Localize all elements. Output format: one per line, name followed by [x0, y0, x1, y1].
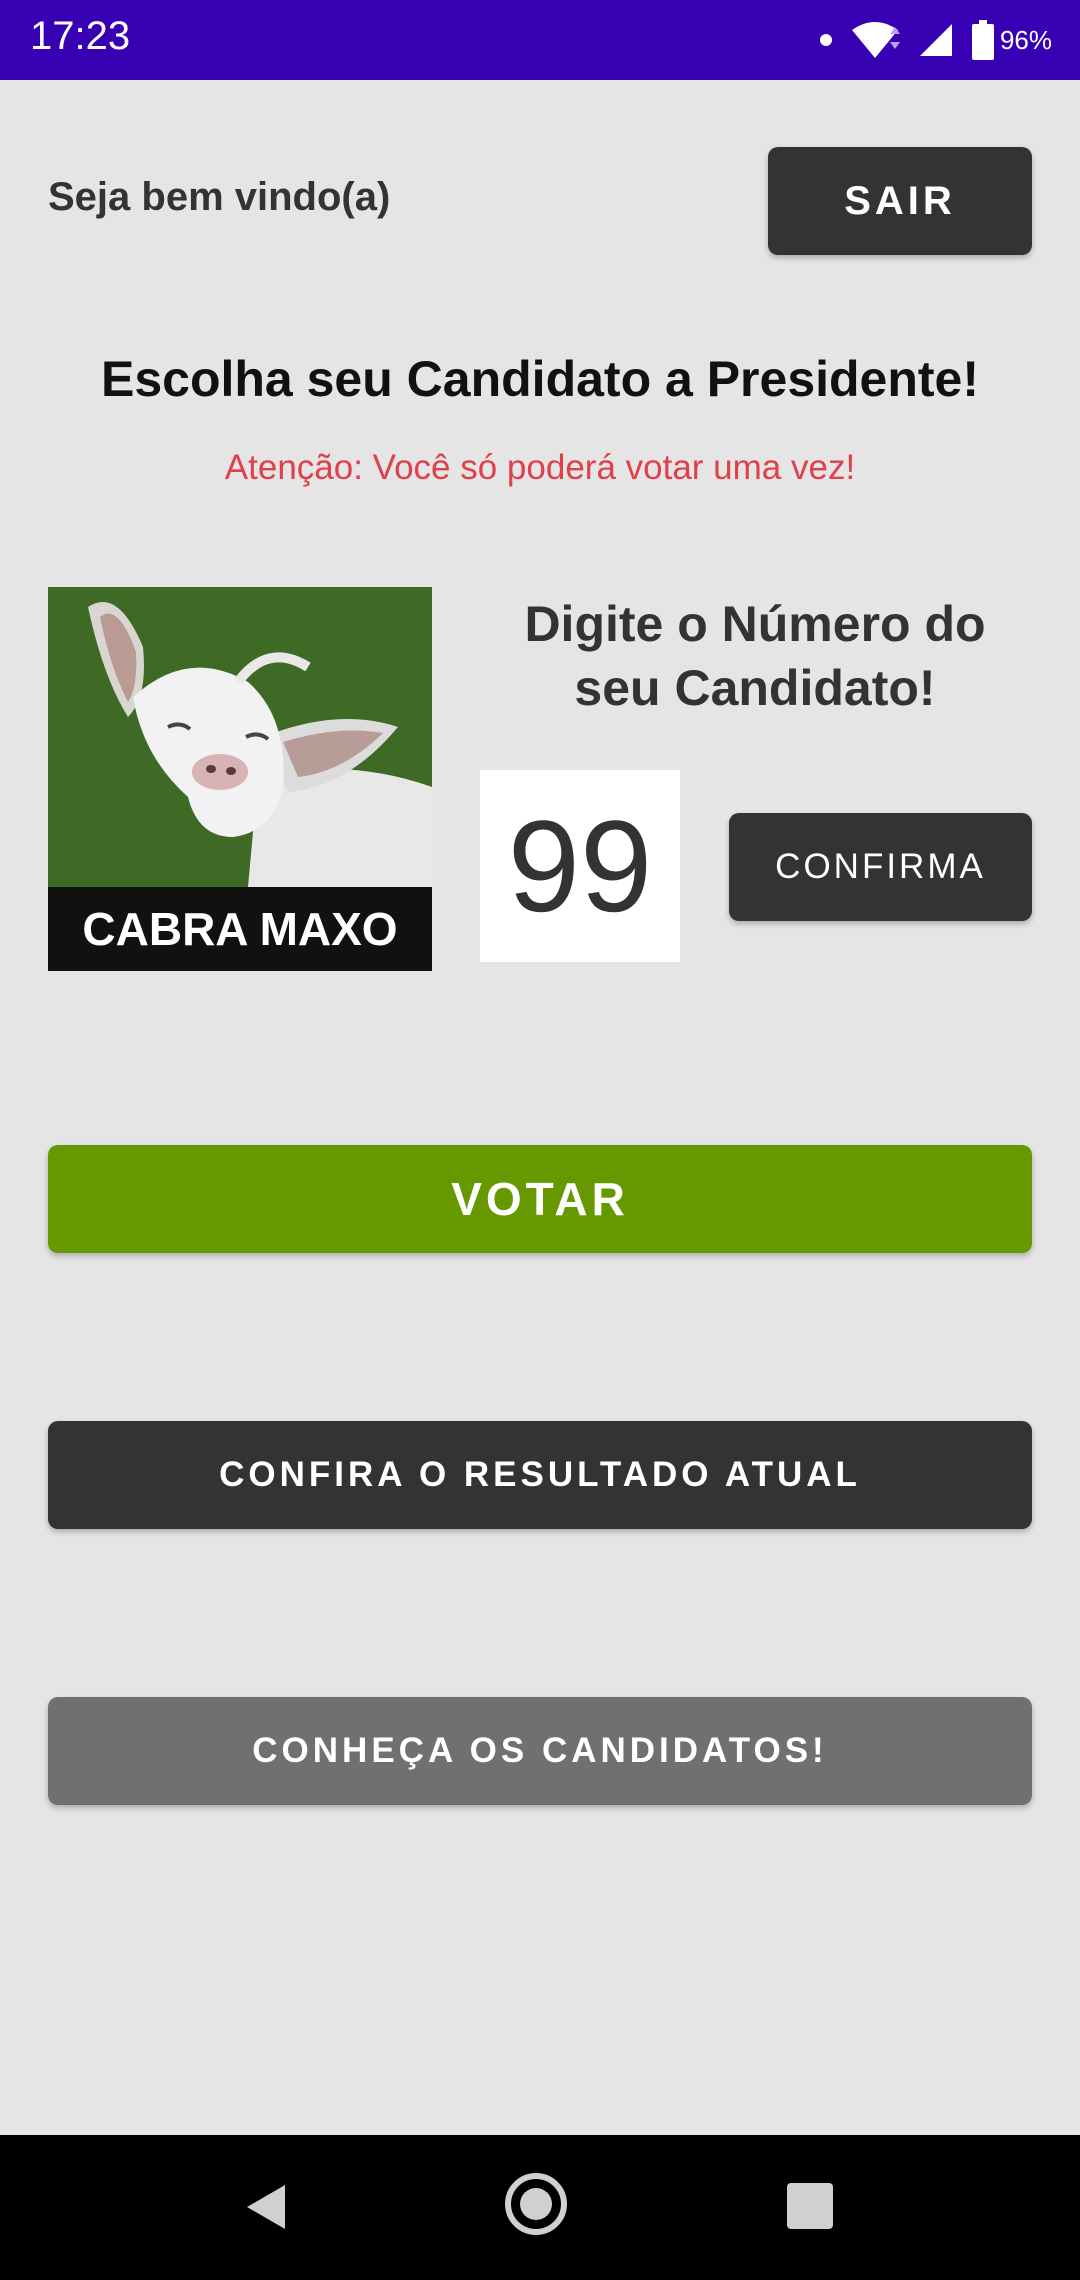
results-button[interactable]: CONFIRA O RESULTADO ATUAL [48, 1421, 1032, 1529]
vote-button[interactable]: VOTAR [48, 1145, 1032, 1253]
voting-screen: Seja bem vindo(a) SAIR Escolha seu Candi… [0, 80, 1080, 2135]
logout-button[interactable]: SAIR [768, 147, 1032, 255]
recent-apps-icon[interactable] [787, 2183, 833, 2229]
notification-dot-icon [819, 34, 832, 46]
candidates-button[interactable]: CONHEÇA OS CANDIDATOS! [48, 1697, 1032, 1805]
status-icons: 96% [802, 16, 1052, 64]
home-icon[interactable] [505, 2173, 567, 2235]
status-bar: 17:23 96% [0, 0, 1080, 80]
status-time: 17:23 [30, 14, 131, 58]
battery-icon [971, 20, 994, 60]
navigation-bar [0, 2135, 1080, 2280]
number-prompt: Digite o Número do seu Candidato! [524, 596, 986, 716]
back-icon[interactable] [245, 2183, 287, 2231]
confirm-button[interactable]: CONFIRMA [729, 813, 1032, 921]
candidate-photo: CABRA MAXO [48, 587, 432, 971]
candidate-number-input[interactable]: 99 [480, 770, 680, 962]
vote-warning: Atenção: Você só poderá votar uma vez! [224, 448, 856, 487]
goat-image [48, 587, 432, 887]
battery-percentage: 96% [999, 24, 1052, 55]
welcome-text: Seja bem vindo(a) [48, 175, 391, 219]
wifi-icon [851, 22, 900, 58]
cellular-signal-icon [919, 24, 952, 56]
candidate-caption: CABRA MAXO [48, 887, 432, 971]
page-title: Escolha seu Candidato a Presidente! [100, 351, 980, 407]
home-icon-center [520, 2188, 552, 2220]
